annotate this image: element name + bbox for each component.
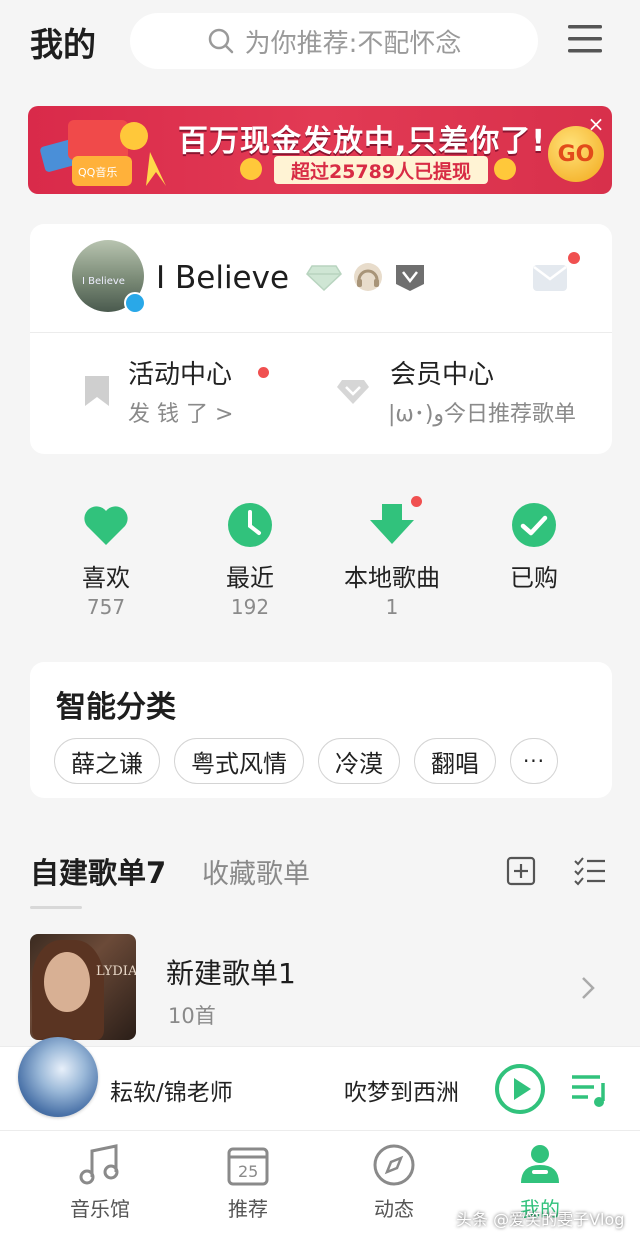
activity-center-label: 活动中心: [128, 360, 233, 390]
tag-chip[interactable]: 薛之谦: [54, 738, 160, 784]
tab-label: 动态: [374, 1197, 414, 1221]
search-icon: [208, 28, 233, 54]
tag-chip[interactable]: 粤式风情: [174, 738, 304, 784]
calendar-day: 25: [238, 1162, 258, 1181]
heart-icon: [84, 506, 128, 545]
promo-banner[interactable]: QQ音乐 百万现金发放中,只差你了! 超过25789人已提现 GO ×: [28, 106, 612, 194]
avatar-text: I Believe: [82, 276, 125, 287]
quick-item-count: 757: [86, 595, 126, 619]
quick-item-count: 1: [385, 595, 399, 619]
tab-recommend[interactable]: 25 推荐: [168, 1131, 328, 1222]
chevron-right-icon: [582, 977, 595, 999]
vip-badge-icon: [124, 292, 146, 314]
tab-indicator: [30, 906, 82, 909]
playlist-cover: LYDIA: [30, 934, 136, 1040]
section-title: 智能分类: [56, 690, 176, 725]
notification-dot: [411, 496, 422, 507]
bookmark-icon: [85, 376, 109, 406]
notification-dot: [568, 252, 580, 264]
diamond-badge-icon[interactable]: [306, 262, 342, 292]
coin-icon: [240, 158, 262, 180]
coin-icon: [494, 158, 516, 180]
manage-list-icon[interactable]: [574, 856, 606, 886]
quick-access: 喜欢 757 最近 192 本地歌曲 1 已购: [30, 490, 612, 620]
cover-text: LYDIA: [96, 964, 136, 979]
banner-headline: 百万现金发放中,只差你了!: [178, 124, 547, 159]
person-icon: [521, 1145, 559, 1183]
gift-icon: QQ音乐: [40, 120, 166, 186]
headphone-badge-icon[interactable]: [352, 262, 384, 292]
vip-level-badge-icon[interactable]: [394, 262, 426, 292]
badge-group: [306, 262, 426, 292]
tab-feed[interactable]: 动态: [314, 1131, 474, 1222]
tag-chip[interactable]: 翻唱: [414, 738, 496, 784]
activity-center-desc: 发 钱 了 >: [128, 402, 234, 427]
gift-label: QQ音乐: [78, 165, 117, 179]
mail-icon[interactable]: [532, 264, 568, 292]
player-song: 吹梦到西洲: [344, 1080, 459, 1106]
quick-item-favorites[interactable]: 喜欢 757: [36, 490, 176, 619]
banner-subtext: 超过25789人已提现: [274, 156, 488, 184]
music-note-icon: [79, 1144, 119, 1185]
quick-item-label: 喜欢: [82, 564, 130, 592]
smart-category-card: 智能分类 薛之谦 粤式风情 冷漠 翻唱 ···: [30, 662, 612, 798]
quick-item-label: 本地歌曲: [344, 564, 440, 592]
profile-card: I Believe I Believe 活动中心 发 钱 了 > 会员中心 |ω…: [30, 224, 612, 454]
quick-item-label: 最近: [226, 564, 274, 592]
more-tags-button[interactable]: ···: [510, 738, 558, 784]
playlist-name: 新建歌单1: [166, 957, 296, 990]
vip-center-label: 会员中心: [390, 360, 495, 390]
tab-music-hall[interactable]: 音乐馆: [20, 1131, 180, 1222]
play-icon[interactable]: [494, 1063, 546, 1115]
watermark: 头条 @爱笑的雯子Vlog: [456, 1210, 625, 1229]
playlist-count: 10首: [168, 1004, 216, 1028]
tab-label: 推荐: [228, 1197, 268, 1221]
playlist-item[interactable]: LYDIA 新建歌单1 10首: [30, 934, 610, 1042]
add-playlist-icon[interactable]: [506, 856, 536, 886]
album-art[interactable]: [18, 1037, 98, 1117]
quick-item-label: 已购: [510, 564, 558, 592]
vip-center-desc: |ω･)و今日推荐歌单: [388, 402, 577, 427]
tab-label: 音乐馆: [70, 1197, 130, 1221]
close-icon[interactable]: ×: [584, 112, 608, 136]
tab-collected-playlists[interactable]: 收藏歌单: [202, 852, 310, 891]
username[interactable]: I Believe: [156, 260, 289, 296]
mini-player[interactable]: 耘软/锦老师 吹梦到西洲: [0, 1037, 640, 1130]
quick-item-purchased[interactable]: 已购: [464, 490, 604, 593]
notification-dot: [258, 367, 269, 378]
page-title: 我的: [30, 25, 96, 64]
tab-created-playlists[interactable]: 自建歌单7: [30, 850, 166, 892]
compass-icon: [373, 1144, 415, 1186]
menu-icon[interactable]: [566, 20, 604, 58]
quick-item-count: 192: [230, 595, 270, 619]
check-icon: [512, 503, 556, 547]
header: 我的 为你推荐:不配怀念: [0, 0, 640, 90]
player-artist: 耘软/锦老师: [110, 1080, 233, 1106]
quick-item-local-songs[interactable]: 本地歌曲 1: [322, 490, 462, 619]
tag-chip[interactable]: 冷漠: [318, 738, 400, 784]
playlist-tabs: 自建歌单7 收藏歌单: [30, 850, 610, 910]
clock-icon: [228, 503, 272, 547]
diamond-icon: [337, 380, 369, 404]
divider: [30, 332, 612, 333]
download-icon: [370, 504, 414, 544]
playlist-queue-icon[interactable]: [570, 1069, 610, 1109]
search-placeholder: 为你推荐:不配怀念: [244, 28, 462, 59]
search-bar[interactable]: 为你推荐:不配怀念: [130, 13, 538, 69]
calendar-icon: 25: [227, 1147, 269, 1186]
quick-item-recent[interactable]: 最近 192: [180, 490, 320, 619]
tag-list: 薛之谦 粤式风情 冷漠 翻唱 ···: [54, 738, 558, 784]
